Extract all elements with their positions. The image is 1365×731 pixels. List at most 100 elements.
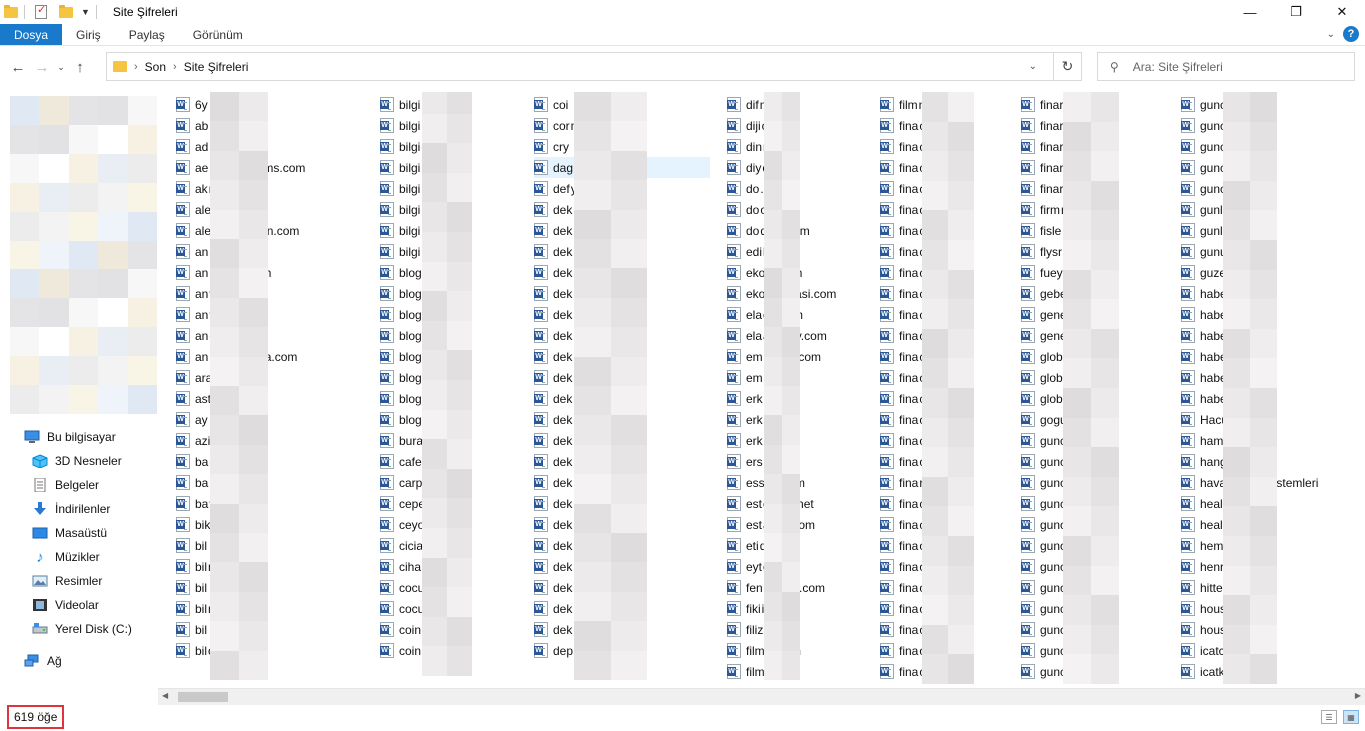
word-document-icon	[1181, 559, 1195, 574]
word-document-icon	[534, 601, 548, 616]
file-name-prefix: dif	[746, 97, 759, 112]
word-document-icon	[1021, 559, 1035, 574]
file-name-prefix: dek	[553, 517, 573, 532]
file-name-prefix: fina	[899, 202, 919, 217]
file-name-prefix: ceyo	[399, 517, 425, 532]
word-document-icon	[176, 517, 190, 532]
back-button[interactable]: ←	[6, 59, 30, 76]
expand-ribbon-icon[interactable]: ⌄	[1327, 29, 1335, 40]
title-bar: ▼ Site Şifreleri — ❐ ✕	[0, 0, 1365, 24]
address-bar[interactable]: › Son › Site Şifreleri ⌄ ↻	[106, 52, 1082, 81]
tab-giris[interactable]: Giriş	[62, 24, 115, 45]
tab-gorunum[interactable]: Görünüm	[179, 24, 257, 45]
word-document-icon	[1181, 139, 1195, 154]
sidebar-item-network[interactable]: Ağ	[24, 650, 62, 672]
file-name-prefix: fina	[899, 559, 919, 574]
forward-button[interactable]: →	[30, 59, 54, 76]
file-name-prefix: blog	[399, 328, 422, 343]
sidebar-item-local-disk[interactable]: Yerel Disk (C:)	[32, 618, 132, 640]
breadcrumb-chevron-icon[interactable]: ›	[173, 61, 177, 73]
close-button[interactable]: ✕	[1319, 0, 1365, 24]
word-document-icon	[1021, 580, 1035, 595]
sidebar-item-pictures[interactable]: Resimler	[32, 570, 102, 592]
word-document-icon	[176, 433, 190, 448]
word-document-icon	[880, 97, 894, 112]
word-document-icon	[534, 370, 548, 385]
file-name-prefix: diji	[746, 118, 761, 133]
word-document-icon	[380, 139, 394, 154]
sidebar-item-documents[interactable]: Belgeler	[32, 474, 99, 496]
scroll-left-icon[interactable]: ◀	[162, 691, 168, 700]
sidebar-item-label: Yerel Disk (C:)	[55, 622, 132, 636]
file-name-prefix: blog	[399, 412, 422, 427]
word-document-icon	[176, 643, 190, 658]
sidebar-item-music[interactable]: ♪ Müzikler	[32, 546, 99, 568]
sidebar-item-videos[interactable]: Videolar	[32, 594, 99, 616]
details-view-icon[interactable]: ☰	[1321, 710, 1337, 724]
file-name-prefix: blog	[399, 286, 422, 301]
tab-dosya[interactable]: Dosya	[0, 24, 63, 45]
new-folder-icon[interactable]	[59, 4, 73, 18]
search-input[interactable]	[1132, 59, 1333, 74]
file-name-prefix: fina	[899, 454, 919, 469]
file-name-prefix: bil	[195, 580, 208, 595]
breadcrumb-chevron-icon[interactable]: ›	[134, 61, 138, 73]
word-document-icon	[534, 517, 548, 532]
file-name-prefix: carp	[399, 475, 423, 490]
word-document-icon	[176, 622, 190, 637]
file-name-prefix: bilgi	[399, 139, 421, 154]
word-document-icon	[534, 139, 548, 154]
word-document-icon	[880, 139, 894, 154]
address-dropdown-icon[interactable]: ⌄	[1029, 61, 1037, 72]
refresh-button[interactable]: ↻	[1053, 52, 1081, 81]
file-name-prefix: bilgi	[399, 223, 421, 238]
file-name-prefix: dek	[553, 622, 573, 637]
up-button[interactable]: ↑	[68, 59, 92, 76]
sidebar-item-3d-objects[interactable]: 3D Nesneler	[32, 450, 122, 472]
file-name-prefix: erk	[746, 412, 763, 427]
disk-icon	[32, 622, 48, 636]
file-name-prefix: est	[746, 517, 763, 532]
sidebar-item-downloads[interactable]: İndirilenler	[32, 498, 110, 520]
file-name-prefix: edi	[746, 244, 763, 259]
file-name-prefix: bilgi	[399, 160, 421, 175]
properties-icon[interactable]	[35, 3, 47, 19]
file-name-prefix: fina	[899, 160, 919, 175]
file-name-prefix: dek	[553, 265, 573, 280]
word-document-icon	[727, 160, 741, 175]
chevron-down-icon[interactable]: ▼	[81, 7, 90, 17]
cube-3d-icon	[32, 454, 48, 468]
tab-paylas[interactable]: Paylaş	[115, 24, 179, 45]
help-icon[interactable]: ?	[1343, 26, 1359, 42]
scroll-right-icon[interactable]: ▶	[1355, 691, 1361, 700]
word-document-icon	[380, 118, 394, 133]
breadcrumb-current[interactable]: Site Şifreleri	[184, 60, 249, 74]
word-document-icon	[1021, 391, 1035, 406]
word-document-icon	[176, 202, 190, 217]
large-icons-view-icon[interactable]: ▦	[1343, 710, 1359, 724]
sidebar-item-desktop[interactable]: Masaüstü	[32, 522, 107, 544]
word-document-icon	[1021, 664, 1035, 679]
file-name-prefix: ae	[195, 160, 209, 175]
word-document-icon	[727, 601, 741, 616]
horizontal-scrollbar[interactable]: ◀ ▶	[158, 688, 1365, 705]
ribbon-tabs: Dosya Giriş Paylaş Görünüm ⌄ ?	[0, 24, 1365, 46]
word-document-icon	[880, 349, 894, 364]
search-box[interactable]: ⚲	[1097, 52, 1355, 81]
file-name-prefix: finar	[1040, 160, 1064, 175]
minimize-button[interactable]: —	[1227, 0, 1273, 24]
recent-locations-button[interactable]: ⌄	[54, 62, 68, 73]
file-name-prefix: cor	[553, 118, 570, 133]
sidebar-item-this-pc[interactable]: Bu bilgisayar	[24, 426, 116, 448]
file-name-prefix: bil	[195, 601, 208, 616]
file-name-prefix: icatc	[1200, 643, 1225, 658]
scroll-thumb[interactable]	[178, 692, 228, 702]
file-name-prefix: gunl	[1200, 223, 1223, 238]
maximize-button[interactable]: ❐	[1273, 0, 1319, 24]
redaction-mosaic	[1223, 92, 1277, 684]
navigation-bar: ← → ⌄ ↑ › Son › Site Şifreleri ⌄ ↻ ⚲	[0, 46, 1365, 88]
redaction-mosaic	[1063, 92, 1119, 684]
breadcrumb-son[interactable]: Son	[145, 60, 166, 74]
sidebar-item-label: Ağ	[47, 654, 62, 668]
sidebar-item-label: 3D Nesneler	[55, 454, 122, 468]
